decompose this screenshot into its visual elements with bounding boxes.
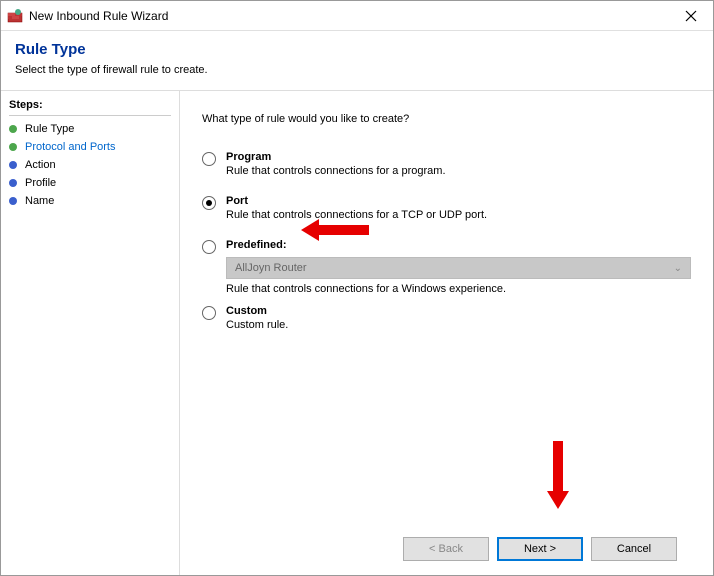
bullet-icon — [9, 143, 17, 151]
option-label: Program — [226, 151, 691, 163]
option-desc: Custom rule. — [226, 319, 691, 331]
option-program[interactable]: Program Rule that controls connections f… — [202, 151, 691, 177]
bullet-icon — [9, 197, 17, 205]
radio-custom[interactable] — [202, 306, 216, 320]
chevron-down-icon: ⌄ — [674, 263, 682, 274]
step-profile[interactable]: Profile — [9, 174, 179, 192]
page-header: Rule Type Select the type of firewall ru… — [1, 31, 713, 90]
option-label: Predefined: — [226, 239, 691, 251]
step-protocol-and-ports[interactable]: Protocol and Ports — [9, 138, 179, 156]
predefined-select-value: AllJoyn Router — [235, 262, 307, 274]
page-title: Rule Type — [15, 41, 699, 58]
titlebar: New Inbound Rule Wizard — [1, 1, 713, 31]
option-port[interactable]: Port Rule that controls connections for … — [202, 195, 691, 221]
option-desc: Rule that controls connections for a pro… — [226, 165, 691, 177]
step-label: Protocol and Ports — [25, 141, 116, 153]
close-icon — [685, 10, 697, 22]
option-desc: Rule that controls connections for a Win… — [226, 283, 691, 295]
step-name[interactable]: Name — [9, 192, 179, 210]
radio-port[interactable] — [202, 196, 216, 210]
option-body: Port Rule that controls connections for … — [226, 195, 691, 221]
bullet-icon — [9, 125, 17, 133]
step-label: Profile — [25, 177, 56, 189]
step-action[interactable]: Action — [9, 156, 179, 174]
option-custom[interactable]: Custom Custom rule. — [202, 305, 691, 331]
bullet-icon — [9, 179, 17, 187]
wizard-footer: < Back Next > Cancel — [202, 525, 691, 575]
radio-program[interactable] — [202, 152, 216, 166]
bullet-icon — [9, 161, 17, 169]
steps-heading: Steps: — [9, 99, 179, 111]
step-rule-type[interactable]: Rule Type — [9, 120, 179, 138]
content-pane: What type of rule would you like to crea… — [179, 91, 713, 575]
question-text: What type of rule would you like to crea… — [202, 113, 691, 125]
option-predefined[interactable]: Predefined: AllJoyn Router ⌄ Rule that c… — [202, 239, 691, 295]
option-body: Custom Custom rule. — [226, 305, 691, 331]
option-label: Port — [226, 195, 691, 207]
firewall-icon — [7, 8, 23, 24]
step-label: Name — [25, 195, 54, 207]
option-body: Predefined: AllJoyn Router ⌄ Rule that c… — [226, 239, 691, 295]
wizard-body: Steps: Rule Type Protocol and Ports Acti… — [1, 91, 713, 575]
back-button: < Back — [403, 537, 489, 561]
window-title: New Inbound Rule Wizard — [29, 9, 668, 23]
steps-divider — [9, 115, 171, 116]
cancel-button[interactable]: Cancel — [591, 537, 677, 561]
next-button[interactable]: Next > — [497, 537, 583, 561]
steps-sidebar: Steps: Rule Type Protocol and Ports Acti… — [1, 91, 179, 575]
close-button[interactable] — [668, 1, 713, 31]
option-label: Custom — [226, 305, 691, 317]
predefined-select[interactable]: AllJoyn Router ⌄ — [226, 257, 691, 279]
radio-predefined[interactable] — [202, 240, 216, 254]
option-body: Program Rule that controls connections f… — [226, 151, 691, 177]
step-label: Rule Type — [25, 123, 74, 135]
option-desc: Rule that controls connections for a TCP… — [226, 209, 691, 221]
step-label: Action — [25, 159, 56, 171]
page-subtitle: Select the type of firewall rule to crea… — [15, 64, 699, 76]
wizard-window: New Inbound Rule Wizard Rule Type Select… — [0, 0, 714, 576]
